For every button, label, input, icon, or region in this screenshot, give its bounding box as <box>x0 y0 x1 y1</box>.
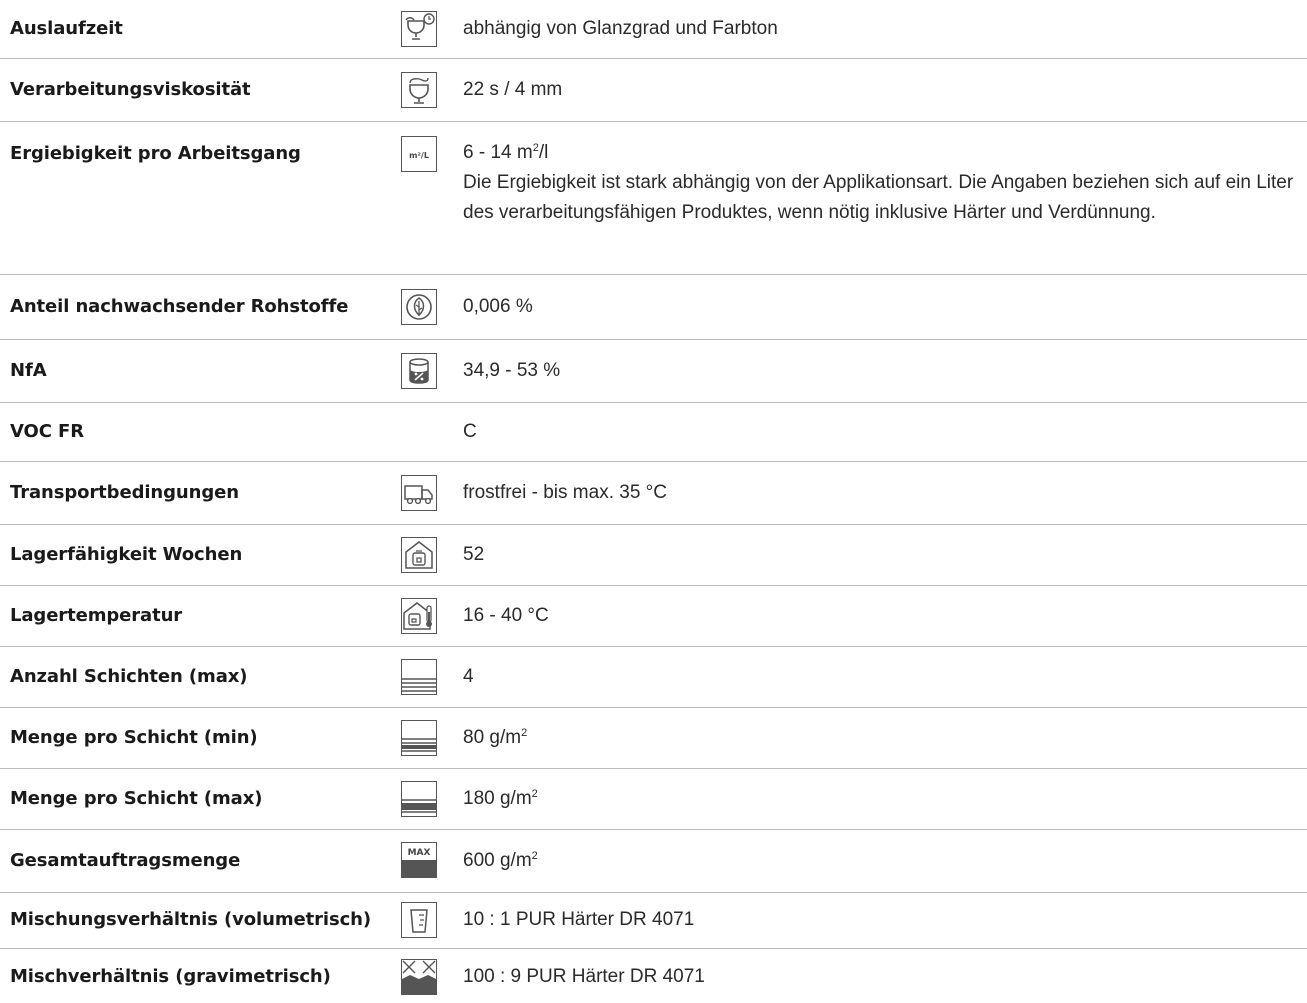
leaf-icon <box>401 289 437 325</box>
table-row: Verarbeitungsviskosität 22 s / 4 mm <box>0 59 1307 122</box>
table-row: NfA 34,9 - 53 % <box>0 340 1307 403</box>
table-row: Auslaufzeit abhängig von Glanzgrad und F… <box>0 0 1307 59</box>
row-label: Menge pro Schicht (min) <box>10 727 258 748</box>
row-value: 16 - 40 °C <box>463 605 549 626</box>
row-value: 52 <box>463 544 485 565</box>
table-row: Mischverhältnis (gravimetrisch) 100 : 9 … <box>0 949 1307 1003</box>
flow-cup-icon <box>401 72 437 108</box>
row-value: 100 : 9 PUR Härter DR 4071 <box>463 966 705 987</box>
coverage-m2-per-l-icon: m²/L <box>401 136 437 172</box>
table-row: Menge pro Schicht (min) 80 g/m2 <box>0 708 1307 769</box>
table-row: Gesamtauftragsmenge MAX 600 g/m2 <box>0 830 1307 893</box>
row-label: Mischverhältnis (gravimetrisch) <box>10 966 331 987</box>
layers-icon <box>401 659 437 695</box>
flow-cup-clock-icon <box>401 11 437 47</box>
row-value: 22 s / 4 mm <box>463 79 563 100</box>
row-label: Menge pro Schicht (max) <box>10 788 263 809</box>
table-row: Menge pro Schicht (max) 180 g/m2 <box>0 769 1307 830</box>
row-value: 80 g/m2 <box>463 727 528 748</box>
row-label: Anteil nachwachsender Rohstoffe <box>10 296 349 317</box>
row-label: NfA <box>10 360 47 381</box>
row-label: Lagertemperatur <box>10 605 183 626</box>
row-value: 600 g/m2 <box>463 850 538 871</box>
row-value: 10 : 1 PUR Härter DR 4071 <box>463 909 695 930</box>
table-row: Anzahl Schichten (max) 4 <box>0 647 1307 708</box>
table-row: Anteil nachwachsender Rohstoffe 0,006 % <box>0 275 1307 340</box>
row-label: Mischungsverhältnis (volumetrisch) <box>10 909 371 930</box>
storage-thermometer-icon <box>401 598 437 634</box>
max-total-icon: MAX <box>401 842 437 878</box>
row-value: 4 <box>463 666 474 687</box>
scale-mix-icon <box>401 959 437 995</box>
storage-house-icon <box>401 537 437 573</box>
row-value: frostfrei - bis max. 35 °C <box>463 482 667 503</box>
row-value: 180 g/m2 <box>463 788 538 809</box>
row-value: C <box>463 421 477 442</box>
table-row: Mischungsverhältnis (volumetrisch) 10 : … <box>0 893 1307 949</box>
row-label: Gesamtauftragsmenge <box>10 850 241 871</box>
layer-amount-min-icon <box>401 720 437 756</box>
row-value: 6 - 14 m2/l Die Ergiebigkeit ist stark a… <box>463 138 1297 228</box>
truck-icon <box>401 475 437 511</box>
row-note: Die Ergiebigkeit ist stark abhängig von … <box>463 172 1294 223</box>
icon-text: m²/L <box>409 151 429 160</box>
table-row: Transportbedingungen frostfrei - bis max… <box>0 462 1307 525</box>
row-value: 34,9 - 53 % <box>463 360 561 381</box>
table-row: VOC FR C <box>0 403 1307 462</box>
row-label: Lagerfähigkeit Wochen <box>10 544 243 565</box>
measuring-cup-icon <box>401 902 437 938</box>
icon-text: MAX <box>408 848 431 858</box>
row-value: abhängig von Glanzgrad und Farbton <box>463 18 778 39</box>
row-label: Auslaufzeit <box>10 18 123 39</box>
row-label: Anzahl Schichten (max) <box>10 666 248 687</box>
table-row: Ergiebigkeit pro Arbeitsgang m²/L 6 - 14… <box>0 122 1307 275</box>
layer-amount-max-icon <box>401 781 437 817</box>
row-label: Verarbeitungsviskosität <box>10 79 251 100</box>
table-row: Lagertemperatur 16 - 40 °C <box>0 586 1307 647</box>
table-row: Lagerfähigkeit Wochen 52 <box>0 525 1307 586</box>
row-label: Transportbedingungen <box>10 482 239 503</box>
row-label: Ergiebigkeit pro Arbeitsgang <box>10 143 301 164</box>
row-value: 0,006 % <box>463 296 533 317</box>
row-label: VOC FR <box>10 421 84 442</box>
solids-can-icon <box>401 353 437 389</box>
